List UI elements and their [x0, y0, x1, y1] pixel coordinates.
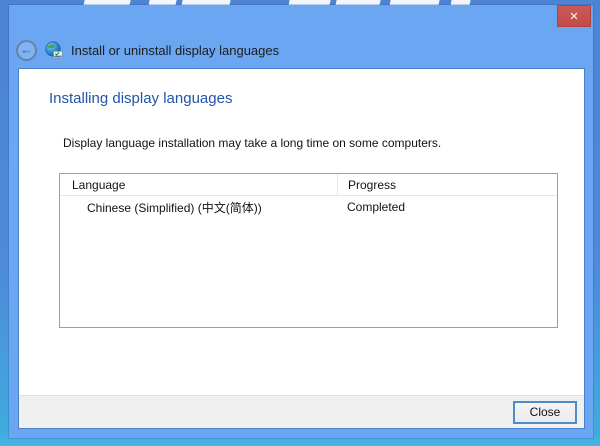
description-text: Display language installation may take a…: [63, 136, 441, 150]
progress-cell: Completed: [337, 200, 557, 214]
window-close-button[interactable]: ✕: [557, 5, 591, 27]
table-row[interactable]: Chinese (Simplified) (中文(简体)) Completed: [60, 196, 557, 218]
display-language-globe-icon: [45, 41, 63, 59]
back-button[interactable]: ←: [16, 40, 37, 61]
language-progress-table: Language Progress Chinese (Simplified) (…: [59, 173, 558, 328]
dialog-content: Installing display languages Display lan…: [18, 68, 585, 429]
column-header-language[interactable]: Language: [60, 178, 337, 192]
back-arrow-icon: ←: [20, 42, 33, 58]
dialog-title: Install or uninstall display languages: [71, 43, 279, 58]
page-title: Installing display languages: [49, 90, 232, 107]
dialog-header: ← Install or uninstall display languages: [16, 39, 279, 61]
close-icon: ✕: [569, 10, 578, 23]
dialog-footer: Close: [19, 395, 584, 428]
dialog-window: ✕ ← Install or uninstall display languag…: [9, 5, 593, 438]
close-button[interactable]: Close: [513, 401, 577, 424]
column-header-progress[interactable]: Progress: [337, 174, 557, 195]
language-cell: Chinese (Simplified) (中文(简体)): [60, 199, 337, 216]
table-header-row: Language Progress: [60, 174, 557, 196]
